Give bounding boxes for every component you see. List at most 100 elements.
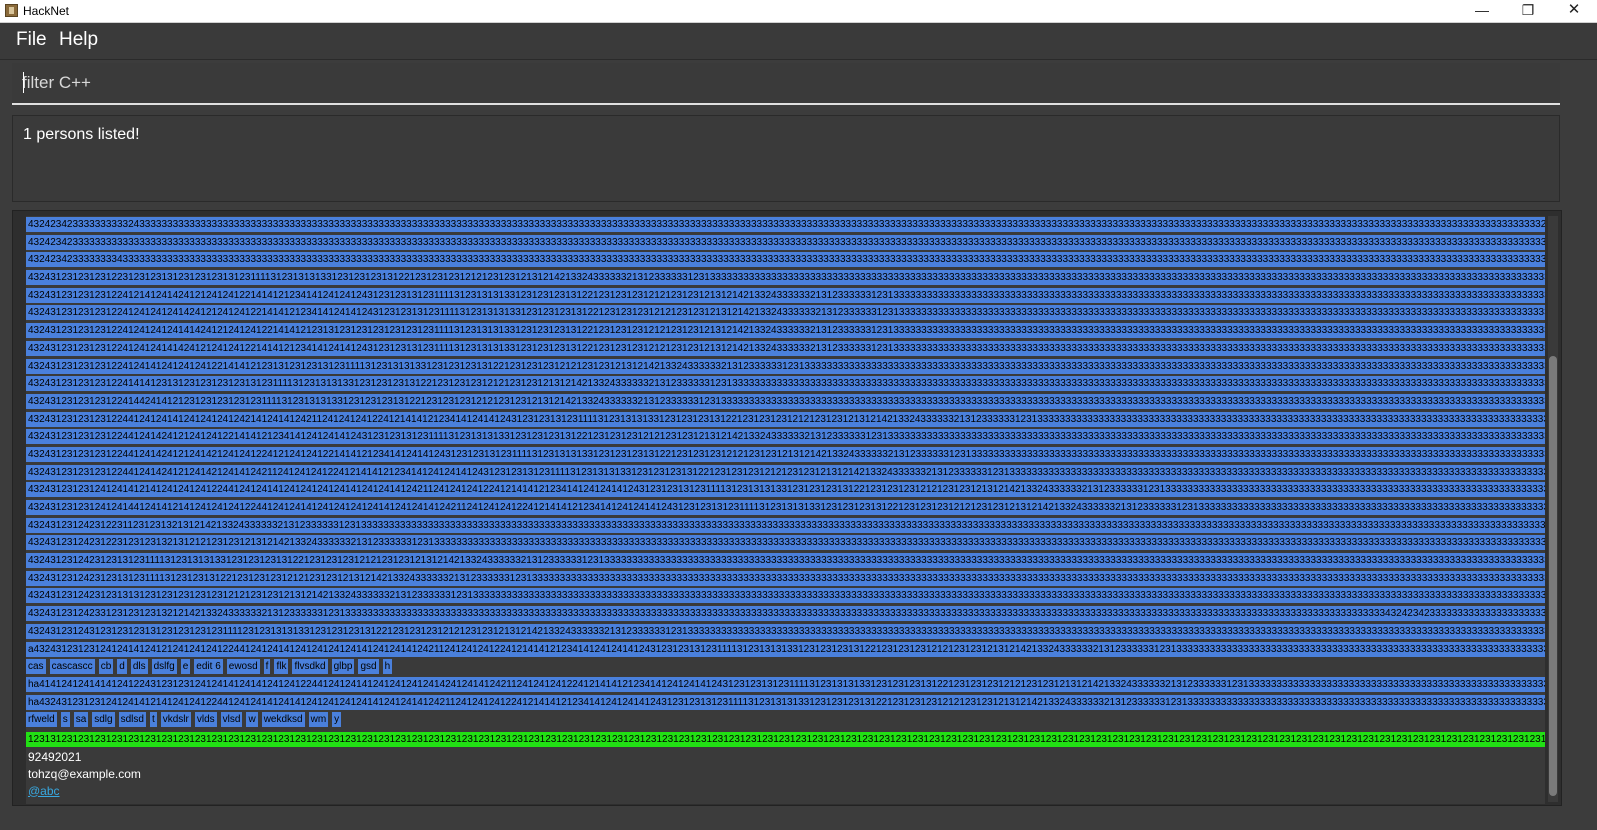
tag: w (246, 712, 258, 728)
tag: 4324312312312312241241412412412412214141… (26, 358, 1545, 374)
tag: 4324312312312312244124142412124142124141… (26, 464, 1545, 480)
tag-row: 4324234233333333332433333333333333333333… (26, 216, 1545, 234)
menu-file[interactable]: File (16, 29, 47, 51)
command-input[interactable] (22, 71, 1522, 95)
tag: d (117, 659, 127, 675)
tag-row: 4324312312312312244124142412124142124124… (26, 446, 1545, 464)
tag: y (332, 712, 342, 728)
person-list-panel[interactable]: 4324234233333333332433333333333333333333… (12, 210, 1562, 806)
tag: vlds (194, 712, 217, 728)
tag-row: 4324312312312312241241241241414241212412… (26, 322, 1545, 340)
tag: e (180, 659, 191, 675)
tag: 4324312312312312231231231312312312313123… (26, 270, 1545, 286)
tag: 4324312312312412414412414121412412412412… (26, 500, 1545, 515)
tag: 4324234233333333333333333333333333333333… (26, 234, 1545, 250)
tag-row: 4324312312312312241241241414241212412412… (26, 340, 1545, 358)
tag-row: 4324234233333333333333333333333333333333… (26, 234, 1545, 252)
tag: 4324312312312312241241241241424121241241… (26, 305, 1545, 321)
tag-row: 4324312312423123131312312312312312312121… (26, 587, 1545, 605)
tag: 4324312312423123131231111312313131331231… (26, 553, 1545, 569)
maximize-icon[interactable]: ❐ (1505, 0, 1551, 22)
tag: 4324312312423122311231231321312142133243… (26, 517, 1545, 533)
tag-row: 4324312312312312241214124142412124124122… (26, 287, 1545, 305)
tag: flvsdkd (292, 659, 328, 675)
window-title: HackNet (23, 4, 70, 18)
tag: 4324312312312312241414123131231231231231… (26, 376, 1545, 392)
tag: ha41412412414141241224312312312412414124… (26, 676, 1545, 692)
tags-container: 4324234233333333332433333333333333333333… (26, 216, 1545, 729)
tag: 4324312312312412414121412412412412244124… (26, 482, 1545, 498)
scrollbar-track[interactable] (1548, 216, 1558, 802)
tag-row: ha41412412414141241224312312312412414124… (26, 676, 1545, 694)
tag: 4324312312312312244124142412124142124124… (26, 446, 1545, 462)
app-icon (5, 4, 18, 17)
command-box (12, 63, 1560, 105)
tag: glbp (331, 659, 355, 675)
tag-row: 4324312312312312244124124141241241241242… (26, 411, 1545, 429)
tag-green: 1231312312312312312312312312312312312312… (26, 731, 1545, 747)
tag: 4324312312312312244124124141241241241242… (26, 411, 1545, 427)
tag: 4324234233333333433333333333333333333333… (26, 252, 1545, 268)
tag-row: 4324312312423122312312313213121212312312… (26, 534, 1545, 552)
tag-row: 4324312312312312241241241241424121241241… (26, 304, 1545, 322)
menu-bar: File Help (0, 23, 1597, 60)
tag: ha43243123123124124141214124124122441241… (26, 694, 1545, 710)
tag-row: 4324312312423123131231111312312313122123… (26, 570, 1545, 588)
tag: wm (308, 712, 329, 728)
tag: 4324312312423312312312313212142133243333… (26, 606, 1545, 622)
tag-row: a432431231231241241412412124124124122441… (26, 641, 1545, 659)
result-display: 1 persons listed! (12, 115, 1560, 202)
title-bar: HackNet — ❐ ✕ (0, 0, 1597, 23)
tag: 4324312312312312241214124142412124124122… (26, 287, 1545, 303)
tag: cascascc (49, 659, 95, 675)
tag-row: ha43243123123124124141214124124122441241… (26, 694, 1545, 712)
tag: dls (130, 659, 148, 675)
person-card[interactable]: 4324234233333333332433333333333333333333… (26, 216, 1545, 804)
tag: sdlg (92, 712, 115, 728)
close-icon[interactable]: ✕ (1551, 0, 1597, 22)
scrollbar-thumb[interactable] (1549, 356, 1557, 796)
tag-row: 4324312312312312244124142412124142124141… (26, 464, 1545, 482)
tag-row: 4324234233333333433333333333333333333333… (26, 251, 1545, 269)
tag: s (60, 712, 70, 728)
tag: cb (98, 659, 114, 675)
tag-row: cas cascascc cb d dls dslfg e edit 6 ewosd f flk fl… (26, 658, 1545, 676)
tag: h (382, 659, 393, 675)
result-message: 1 persons listed! (23, 126, 140, 143)
tag-row: 4324312312423122311231231321312142133243… (26, 517, 1545, 535)
tag: rfweld (26, 712, 57, 728)
tag: 4324312312312312241442414121231231231231… (26, 393, 1545, 409)
tag-row: rfweld s sa sdlg sdlsd t vkdslr vlds vlsd w wekdks… (26, 711, 1545, 729)
tag-row: 4324312312312312244124142412124124122141… (26, 428, 1545, 446)
tag-row: 4324312312423123131231111312313131331231… (26, 552, 1545, 570)
person-handle-link[interactable]: @abc (26, 783, 1545, 800)
tag: ewosd (226, 659, 260, 675)
tag: cas (26, 659, 46, 675)
tag: gsd (358, 659, 379, 675)
tag: flk (274, 659, 289, 675)
tag-row: 4324312312312312231231231312312312313123… (26, 269, 1545, 287)
minimize-icon[interactable]: — (1459, 0, 1505, 22)
tag: 4324312312423122312312313213121212312312… (26, 535, 1545, 551)
text-caret (23, 72, 24, 93)
tag: t (149, 712, 157, 728)
tag: vlsd (220, 712, 243, 728)
tag-row: 4324312312312312241241412412412412214141… (26, 358, 1545, 376)
tag-row: 1231312312312312312312312312312312312312… (26, 731, 1545, 749)
tag: 4324312312423123131312312312312312312121… (26, 588, 1545, 604)
tag-row: 4324312312431231231231312312312312311112… (26, 623, 1545, 641)
tag-row: 4324312312312312241414123131231231231231… (26, 375, 1545, 393)
menu-help[interactable]: Help (59, 29, 98, 51)
tag: sdlsd (118, 712, 146, 728)
tag-row: 4324312312312412414412414121412412412412… (26, 499, 1545, 517)
person-phone: 92492021 (28, 749, 82, 764)
tag: 4324312312312312241241241414241212412412… (26, 340, 1545, 356)
tag: 4324312312312312244124142412124124122141… (26, 429, 1545, 445)
tag: sa (73, 712, 89, 728)
tag: a432431231231241241412412124124124122441… (26, 641, 1545, 657)
tag: 4324234233333333332433333333333333333333… (26, 217, 1545, 232)
tag-row: 4324312312312312241442414121231231231231… (26, 393, 1545, 411)
tag: edit 6 (194, 659, 223, 675)
tag: 4324312312431231231231312312312312311112… (26, 623, 1545, 639)
tag: vkdslr (160, 712, 191, 728)
